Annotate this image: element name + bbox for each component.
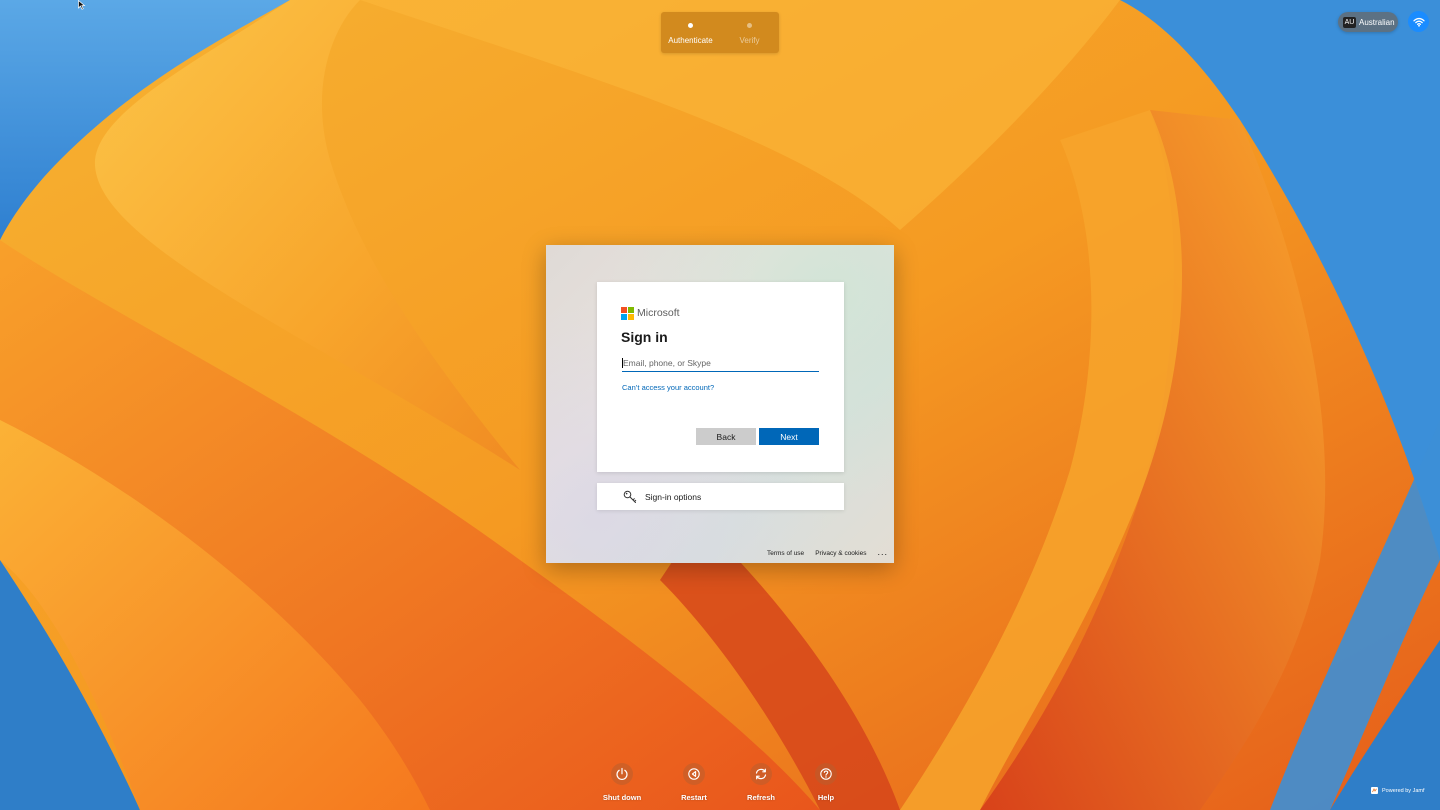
- jamf-logo-icon: [1371, 787, 1378, 794]
- refresh-icon: [750, 763, 772, 785]
- language-code: AU: [1343, 16, 1356, 28]
- panel-footer: Terms of use Privacy & cookies ...: [756, 547, 888, 557]
- desktop: Authenticate Verify AU Australian Micros…: [0, 0, 1440, 810]
- login-panel: Microsoft Sign in Can’t access your acco…: [546, 245, 894, 563]
- step-label: Verify: [739, 36, 760, 45]
- signin-card: Microsoft Sign in Can’t access your acco…: [597, 282, 844, 472]
- email-input[interactable]: [622, 354, 819, 372]
- power-icon: [611, 763, 633, 785]
- help-icon: [815, 763, 837, 785]
- back-button[interactable]: Back: [696, 428, 756, 445]
- step-verify: Verify: [720, 12, 779, 53]
- help-button[interactable]: Help: [796, 763, 856, 802]
- terms-of-use-link[interactable]: Terms of use: [767, 550, 804, 557]
- shut-down-label: Shut down: [602, 793, 642, 802]
- cant-access-account-link[interactable]: Can’t access your account?: [622, 383, 714, 392]
- powered-by: Powered by Jamf: [1371, 787, 1425, 794]
- language-selector[interactable]: AU Australian: [1338, 12, 1398, 32]
- shut-down-button[interactable]: Shut down: [592, 763, 652, 802]
- microsoft-logo: Microsoft: [621, 307, 680, 320]
- next-button[interactable]: Next: [759, 428, 819, 445]
- progress-steps: Authenticate Verify: [661, 12, 779, 53]
- step-dot: [688, 23, 693, 28]
- signin-options-button[interactable]: Sign-in options: [597, 483, 844, 510]
- more-options-button[interactable]: ...: [877, 547, 888, 556]
- bottom-actions: Shut down Restart Refresh Help: [0, 763, 1440, 803]
- restart-icon: [683, 763, 705, 785]
- wifi-button[interactable]: [1408, 11, 1429, 32]
- key-icon: [623, 490, 637, 503]
- language-name: Australian: [1359, 17, 1395, 27]
- privacy-cookies-link[interactable]: Privacy & cookies: [815, 550, 866, 557]
- page-title: Sign in: [621, 329, 668, 345]
- text-caret: [622, 358, 623, 368]
- signin-options-label: Sign-in options: [645, 491, 702, 502]
- refresh-button[interactable]: Refresh: [731, 763, 791, 802]
- step-authenticate: Authenticate: [661, 12, 720, 53]
- powered-by-label: Powered by Jamf: [1382, 787, 1425, 794]
- help-label: Help: [817, 793, 835, 802]
- microsoft-logo-icon: [621, 307, 634, 320]
- step-dot: [747, 23, 752, 28]
- wifi-icon: [1412, 17, 1425, 27]
- restart-button[interactable]: Restart: [664, 763, 724, 802]
- restart-label: Restart: [681, 793, 707, 802]
- step-label: Authenticate: [668, 36, 713, 45]
- mouse-cursor-icon: [78, 0, 86, 10]
- brand-name: Microsoft: [637, 307, 680, 319]
- refresh-label: Refresh: [747, 793, 775, 802]
